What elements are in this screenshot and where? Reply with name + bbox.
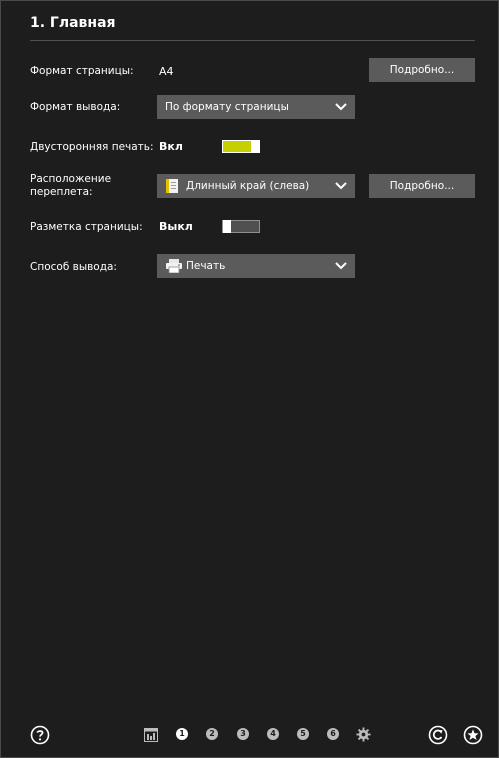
page-format-details-button[interactable]: Подробно... xyxy=(369,58,475,82)
page-format-value: A4 xyxy=(159,65,174,78)
favorite-star-icon[interactable] xyxy=(463,725,483,745)
page-binding-icon xyxy=(166,179,178,193)
layout-value: Выкл xyxy=(159,220,193,233)
help-icon[interactable] xyxy=(30,725,50,745)
step-1-button[interactable]: 1 xyxy=(176,728,188,740)
layout-toggle[interactable] xyxy=(222,220,260,233)
chevron-down-icon xyxy=(335,103,347,111)
reset-icon[interactable] xyxy=(428,725,448,745)
step-3-button[interactable]: 3 xyxy=(237,728,249,740)
output-format-select[interactable]: По формату страницы xyxy=(157,95,355,119)
printer-icon xyxy=(166,259,182,273)
step-5-button[interactable]: 5 xyxy=(297,728,309,740)
page-preview-icon[interactable] xyxy=(144,728,158,742)
step-6-button[interactable]: 6 xyxy=(327,728,339,740)
binding-label: Расположение переплета: xyxy=(30,173,111,199)
binding-label-line2: переплета: xyxy=(30,186,93,198)
page-format-label: Формат страницы: xyxy=(30,65,134,77)
output-method-label: Способ вывода: xyxy=(30,261,117,273)
chevron-down-icon xyxy=(335,262,347,270)
output-format-label: Формат вывода: xyxy=(30,101,121,113)
duplex-label: Двусторонняя печать: xyxy=(30,141,154,153)
output-method-value: Печать xyxy=(186,260,226,272)
print-settings-panel: 1. Главная Формат страницы: A4 Подробно.… xyxy=(0,0,499,758)
layout-label: Разметка страницы: xyxy=(30,221,143,233)
toggle-knob xyxy=(223,220,231,233)
chevron-down-icon xyxy=(335,182,347,190)
duplex-value: Вкл xyxy=(159,140,183,153)
gear-icon[interactable] xyxy=(356,727,371,742)
binding-value: Длинный край (слева) xyxy=(186,180,310,192)
page-title: 1. Главная xyxy=(30,15,116,31)
binding-details-button[interactable]: Подробно... xyxy=(369,174,475,198)
binding-label-line1: Расположение xyxy=(30,173,112,185)
output-format-value: По формату страницы xyxy=(165,101,289,113)
output-method-select[interactable]: Печать xyxy=(157,254,355,278)
binding-select[interactable]: Длинный край (слева) xyxy=(157,174,355,198)
duplex-toggle[interactable] xyxy=(222,140,260,153)
step-4-button[interactable]: 4 xyxy=(267,728,279,740)
title-divider xyxy=(30,40,475,41)
toggle-knob xyxy=(251,140,259,153)
step-2-button[interactable]: 2 xyxy=(206,728,218,740)
